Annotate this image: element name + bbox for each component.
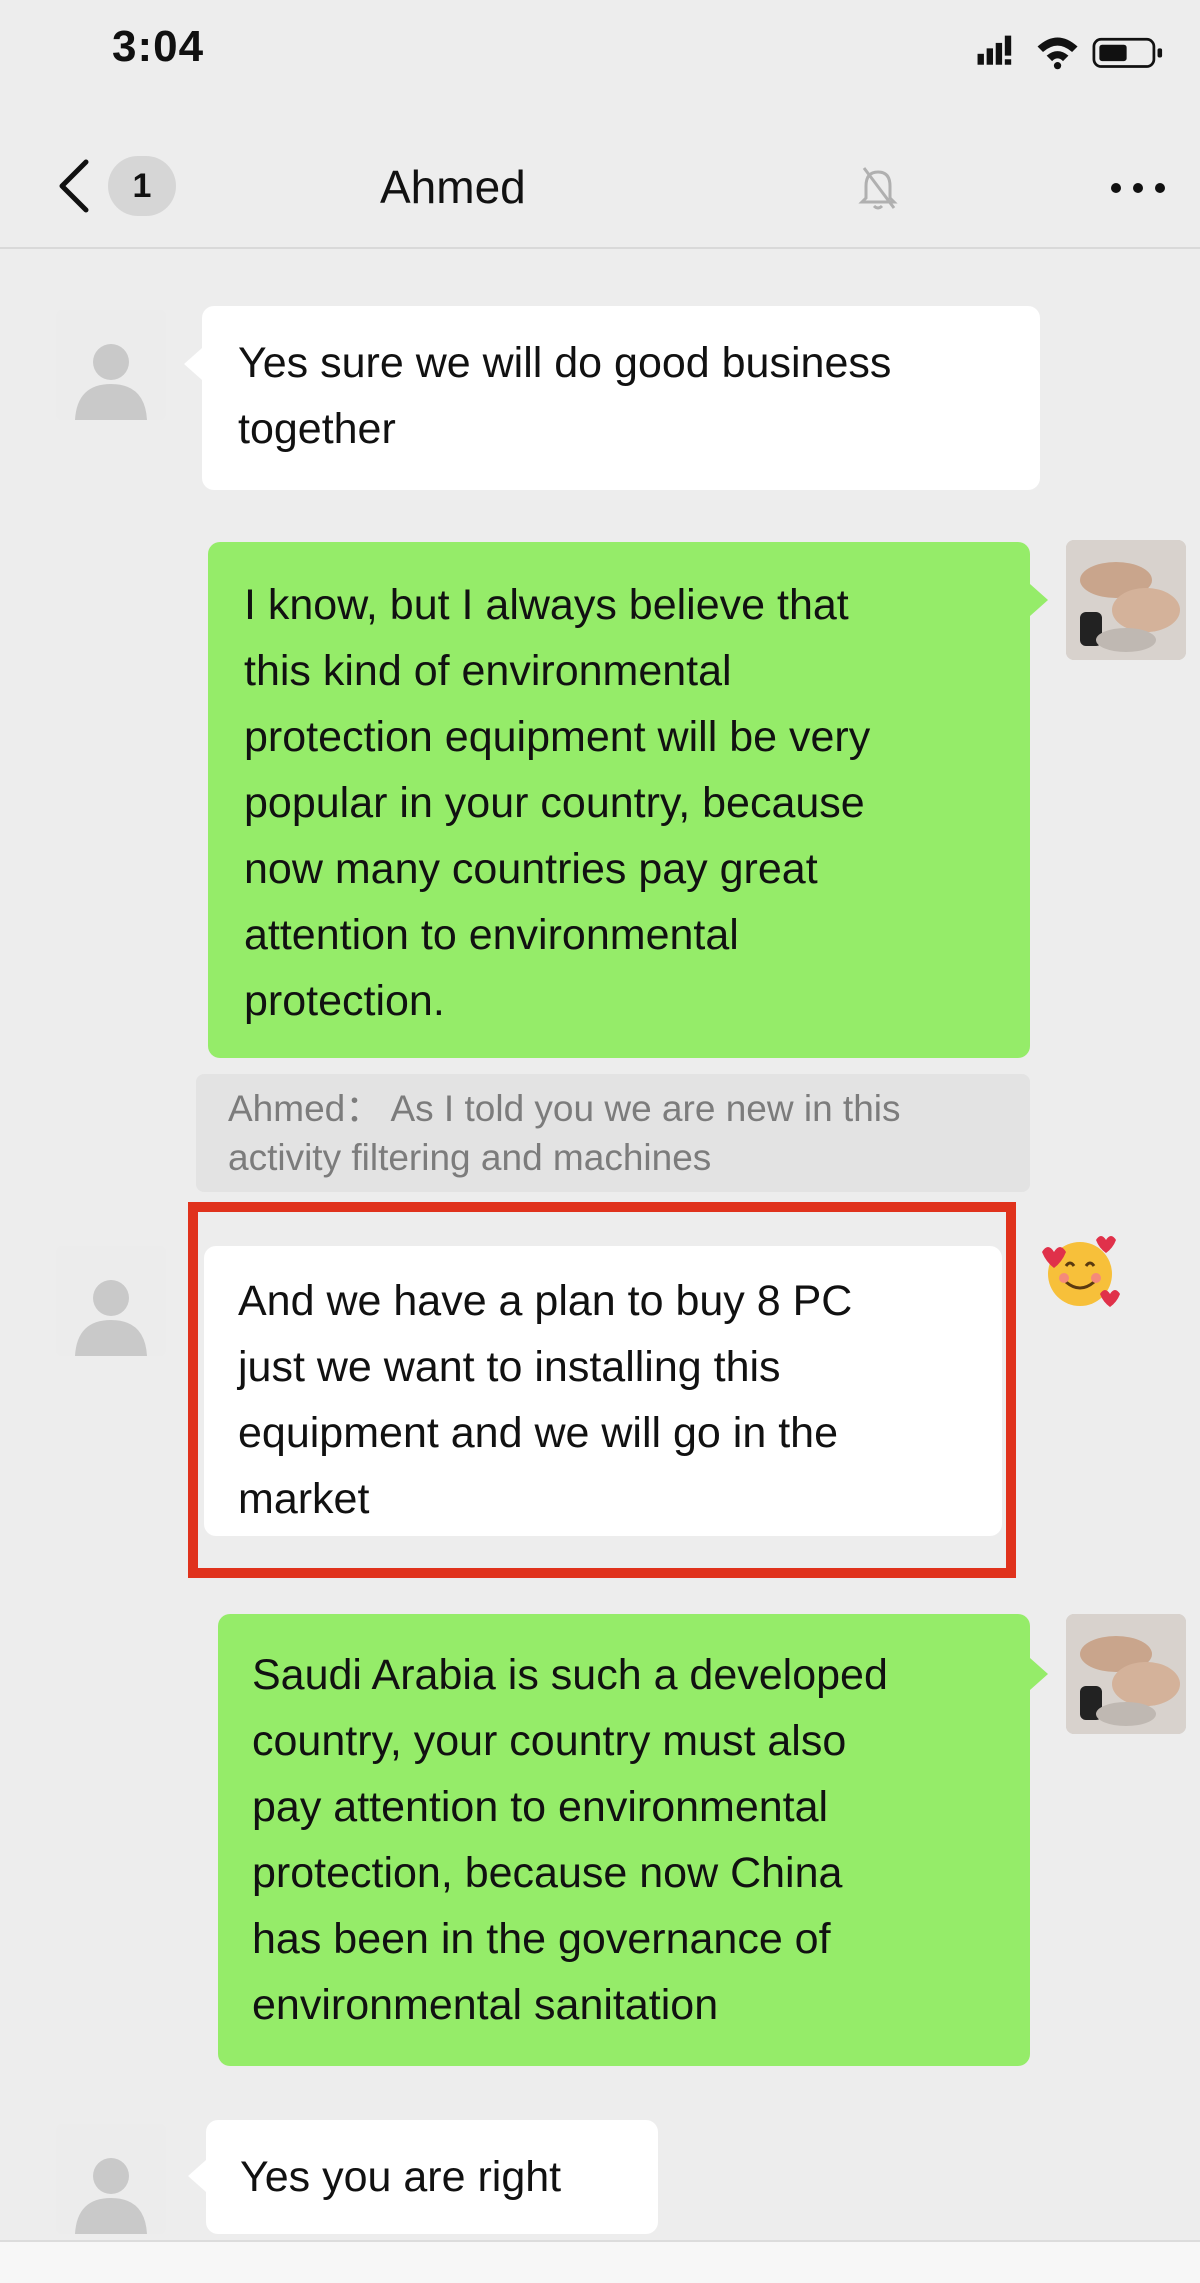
bubble-tail [188,2160,206,2192]
message-bubble-outgoing[interactable]: I know, but I always believe that this k… [208,542,1030,1058]
photo-avatar [1066,1614,1186,1734]
message-line: just we want to installing this [238,1343,781,1391]
photo-avatar [1066,540,1186,660]
message-line: country, your country must also [252,1717,847,1765]
default-avatar-icon [75,344,147,420]
message-line: protection equipment will be very [244,713,871,761]
message-line: popular in your country, because [244,779,865,827]
message-line: Yes you are right [240,2153,562,2201]
message-line: And we have a plan to buy 8 PC [238,1277,853,1325]
message-line: this kind of environmental [244,647,732,695]
bell-muted-icon [858,167,898,210]
message-line: now many countries pay great [244,845,818,893]
contact-avatar[interactable] [56,2124,166,2234]
chevron-left-icon[interactable] [56,158,92,214]
input-bar[interactable] [0,2240,1200,2283]
default-avatar-icon [75,2158,147,2234]
message-line: protection, because now China [252,1849,843,1897]
unread-count: 1 [132,166,152,205]
status-time: 3:04 [112,22,205,71]
contact-avatar[interactable] [56,310,166,420]
unread-badge[interactable]: 1 [108,156,176,216]
quote-line: Ahmed： As I told you we are new in this [228,1088,901,1129]
bubble-tail [1030,584,1048,616]
message-bubble-incoming[interactable]: Yes sure we will do good business togeth… [202,306,1040,490]
more-dots-icon[interactable] [1108,180,1168,196]
message-bubble-incoming[interactable]: Yes you are right [206,2120,658,2234]
quote-line: activity filtering and machines [228,1137,712,1178]
signal-icon [977,35,1012,65]
chat-title: Ahmed [380,161,526,213]
nav-divider [0,247,1200,249]
bubble-tail [1030,1658,1048,1690]
battery-icon [1092,37,1163,68]
message-line: equipment and we will go in the [238,1409,838,1457]
contact-avatar[interactable] [56,1246,166,1356]
message-line: I know, but I always believe that [244,581,849,629]
wifi-icon [1037,37,1078,70]
message-line: protection. [244,977,445,1025]
status-icons [977,35,1163,70]
smiling-face-with-hearts-emoji [1042,1236,1120,1307]
my-avatar[interactable] [1066,1614,1186,1734]
bubble-tail [184,348,202,380]
message-line: has been in the governance of [252,1915,831,1963]
message-line: attention to environmental [244,911,739,959]
default-avatar-icon [75,1280,147,1356]
quoted-message[interactable]: Ahmed： As I told you we are new in this … [196,1074,1030,1192]
message-line: together [238,405,396,453]
message-line: pay attention to environmental [252,1783,829,1831]
message-line: Yes sure we will do good business [238,339,892,387]
message-bubble-outgoing[interactable]: Saudi Arabia is such a developed country… [218,1614,1030,2066]
message-line: market [238,1475,370,1523]
message-line: environmental sanitation [252,1981,719,2029]
my-avatar[interactable] [1066,540,1186,660]
message-bubble-incoming[interactable]: And we have a plan to buy 8 PC just we w… [204,1246,1002,1536]
message-line: Saudi Arabia is such a developed [252,1651,888,1699]
